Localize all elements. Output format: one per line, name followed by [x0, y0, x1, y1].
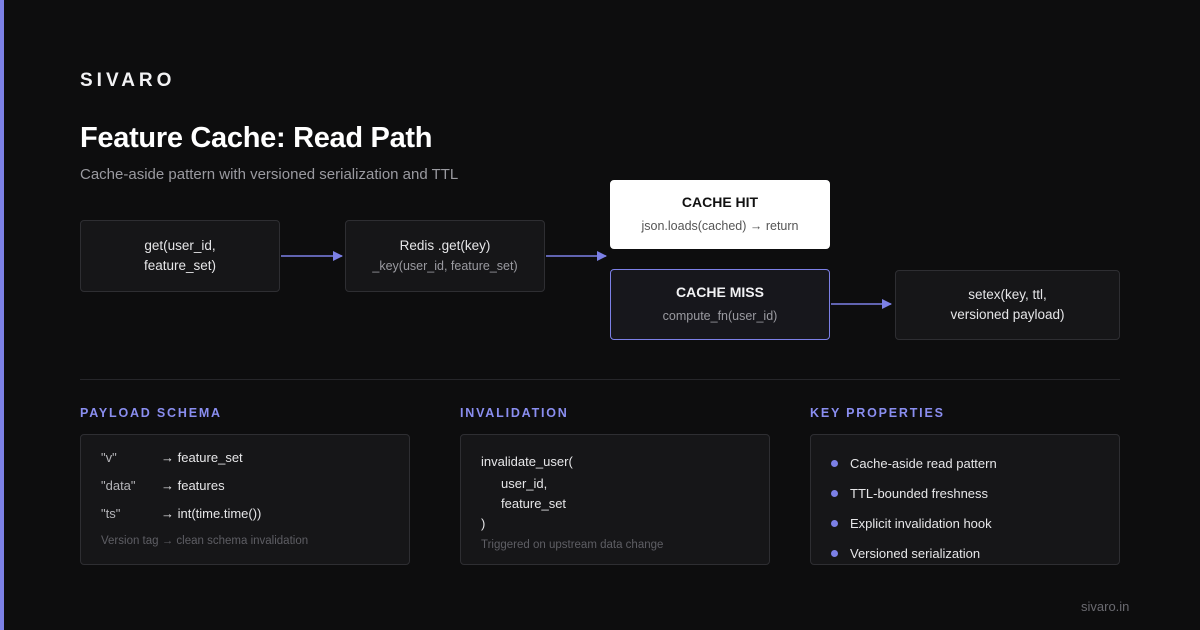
property-item: Explicit invalidation hook	[831, 516, 992, 531]
property-label: Cache-aside read pattern	[850, 456, 997, 471]
invalidation-panel: invalidate_user( user_id, feature_set ) …	[460, 434, 770, 565]
schema-row: "ts" → int(time.time())	[101, 506, 261, 521]
schema-key: "v"	[101, 450, 117, 465]
code-line: invalidate_user(	[481, 454, 573, 469]
cache-hit-title: CACHE HIT	[681, 193, 759, 210]
schema-value: → features	[161, 478, 225, 493]
setex-line1: setex(key, ttl,	[968, 287, 1047, 302]
code-line: feature_set	[501, 496, 567, 511]
page-subtitle: Cache-aside pattern with versioned seria…	[80, 166, 459, 183]
property-item: Versioned serialization	[831, 546, 980, 561]
invalidation-heading: INVALIDATION	[460, 406, 569, 420]
schema-row: "v" → feature_set	[101, 450, 243, 465]
get-call-node: get(user_id, feature_set)	[80, 220, 280, 292]
redis-get-line2: _key(user_id, feature_set)	[372, 259, 518, 273]
invalidation-note: Triggered on upstream data change	[481, 539, 664, 551]
cache-hit-node: CACHE HIT json.loads(cached) → return	[610, 180, 830, 249]
footer-url: sivaro.in	[1081, 599, 1130, 614]
cache-miss-title: CACHE MISS	[676, 283, 764, 300]
setex-line2: versioned payload)	[950, 307, 1065, 322]
property-label: TTL-bounded freshness	[850, 486, 989, 501]
property-item: TTL-bounded freshness	[831, 486, 988, 501]
property-label: Versioned serialization	[850, 546, 981, 561]
bullet-dot-icon	[831, 520, 838, 527]
cache-miss-detail: compute_fn(user_id)	[662, 308, 778, 323]
bullet-dot-icon	[831, 550, 838, 557]
section-divider	[80, 379, 1120, 380]
brand-logo: SIVARO	[80, 70, 176, 91]
redis-get-line1: Redis .get(key)	[399, 238, 491, 253]
schema-value: → feature_set	[161, 450, 243, 465]
payload-schema-heading: PAYLOAD SCHEMA	[80, 406, 222, 420]
property-label: Explicit invalidation hook	[850, 516, 992, 531]
schema-value: → int(time.time())	[161, 506, 262, 521]
key-properties-heading: KEY PROPERTIES	[810, 406, 945, 420]
bullet-dot-icon	[831, 460, 838, 467]
get-call-line2: feature_set)	[143, 258, 217, 273]
property-item: Cache-aside read pattern	[831, 456, 997, 471]
key-properties-panel: Cache-aside read pattern TTL-bounded fre…	[810, 434, 1120, 565]
code-line: )	[481, 516, 486, 531]
schema-key: "data"	[101, 478, 136, 493]
page-title: Feature Cache: Read Path	[80, 122, 433, 154]
setex-node: setex(key, ttl, versioned payload)	[895, 270, 1120, 340]
schema-key: "ts"	[101, 506, 121, 521]
get-call-line1: get(user_id,	[144, 238, 216, 253]
schema-row: "data" → features	[101, 478, 225, 493]
schema-note: Version tag → clean schema invalidation	[101, 535, 309, 547]
bullet-dot-icon	[831, 490, 838, 497]
code-line: user_id,	[501, 476, 548, 491]
cache-hit-detail: json.loads(cached) → return	[641, 218, 799, 233]
redis-get-node: Redis .get(key) _key(user_id, feature_se…	[345, 220, 545, 292]
cache-miss-node: CACHE MISS compute_fn(user_id)	[610, 269, 830, 340]
payload-schema-panel: "v" → feature_set "data" → features "ts" → …	[80, 434, 410, 565]
accent-bar	[0, 0, 4, 630]
